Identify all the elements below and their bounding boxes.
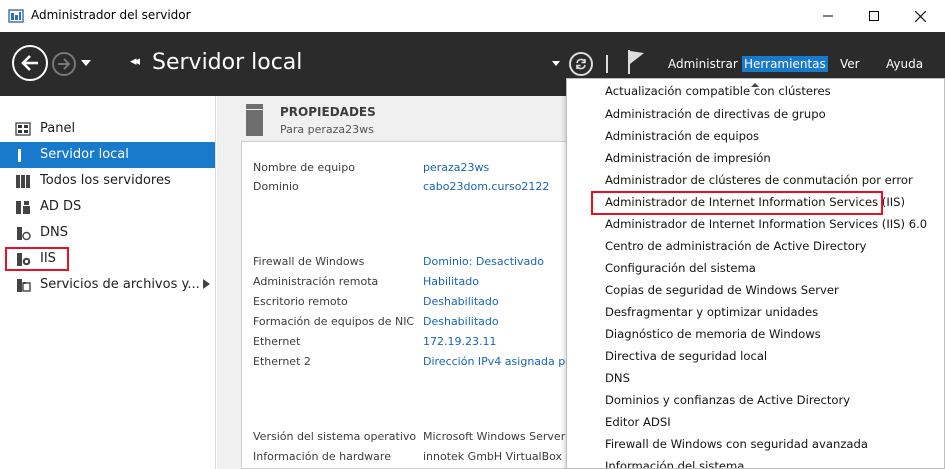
- refresh-icon: [576, 58, 586, 70]
- sidebar: Panel Servidor local Todos los servidore…: [0, 96, 216, 469]
- tools-menu-item[interactable]: Configuración del sistema: [605, 261, 756, 275]
- prop-value-hardware: innotek GmbH VirtualBox: [423, 450, 563, 463]
- page-title: Servidor local: [152, 50, 303, 75]
- prop-value-escritorio-remoto[interactable]: Deshabilitado: [423, 295, 499, 308]
- breadcrumb-chevrons-icon: ◂◂: [130, 54, 140, 69]
- herramientas-dropdown: Actualización compatible con clústeres A…: [566, 78, 945, 469]
- sidebar-item-label: DNS: [40, 225, 68, 240]
- prop-value-firewall[interactable]: Dominio: Desactivado: [423, 255, 544, 268]
- dns-icon: [17, 227, 31, 241]
- menu-pointer-caret: [751, 83, 759, 87]
- header-divider: [606, 55, 608, 73]
- properties-subtitle: Para peraza23ws: [280, 123, 374, 136]
- menu-herramientas[interactable]: Herramientas: [742, 56, 828, 72]
- prop-label-hardware: Información de hardware: [253, 450, 391, 463]
- sidebar-item-servidor-local[interactable]: Servidor local: [0, 142, 215, 168]
- prop-label-dominio: Dominio: [253, 180, 299, 193]
- tools-menu-item[interactable]: Firewall de Windows con seguridad avanza…: [605, 437, 868, 451]
- breadcrumb-dropdown-icon[interactable]: [552, 61, 560, 66]
- history-dropdown-icon[interactable]: [81, 60, 91, 66]
- notifications-flag-icon[interactable]: [626, 48, 648, 76]
- prop-label-ethernet-2: Ethernet 2: [253, 355, 311, 368]
- properties-title: PROPIEDADES: [280, 105, 376, 119]
- prop-value-ethernet[interactable]: 172.19.23.11: [423, 335, 496, 348]
- prop-label-firewall: Firewall de Windows: [253, 255, 365, 268]
- title-bar: Administrador del servidor: [0, 0, 945, 32]
- tools-menu-item[interactable]: Administrador de Internet Information Se…: [605, 217, 927, 231]
- tools-menu-item[interactable]: Directiva de seguridad local: [605, 349, 767, 363]
- tools-menu-item[interactable]: Información del sistema: [605, 459, 744, 468]
- expand-chevron-icon[interactable]: [203, 279, 210, 289]
- minimize-button[interactable]: [805, 0, 851, 32]
- tools-menu-item[interactable]: Copias de seguridad de Windows Server: [605, 283, 839, 297]
- back-button[interactable]: [12, 45, 48, 81]
- window-title: Administrador del servidor: [31, 8, 191, 22]
- ad-ds-icon: [16, 201, 30, 214]
- close-icon: [914, 10, 926, 22]
- sidebar-item-label: AD DS: [40, 199, 82, 214]
- tools-menu-item[interactable]: Administración de impresión: [605, 151, 771, 165]
- prop-value-nombre-equipo[interactable]: peraza23ws: [423, 161, 489, 174]
- close-button[interactable]: [897, 0, 943, 32]
- sidebar-item-servicios-de-archivos[interactable]: Servicios de archivos y...: [0, 272, 215, 298]
- prop-value-dominio[interactable]: cabo23dom.curso2122: [423, 180, 549, 193]
- prop-label-admin-remota: Administración remota: [253, 275, 379, 288]
- sidebar-item-label: Servidor local: [40, 147, 129, 162]
- tools-menu-item[interactable]: Administración de directivas de grupo: [605, 107, 826, 121]
- file-services-icon: [17, 279, 31, 292]
- sidebar-item-ad-ds[interactable]: AD DS: [0, 194, 215, 220]
- menu-ayuda[interactable]: Ayuda: [884, 56, 925, 72]
- prop-label-nombre-equipo: Nombre de equipo: [253, 161, 355, 174]
- tools-menu-item[interactable]: DNS: [605, 371, 630, 385]
- tools-menu-item[interactable]: Administrador de clústeres de conmutació…: [605, 173, 913, 187]
- arrow-left-icon: [21, 55, 38, 71]
- sidebar-item-todos-los-servidores[interactable]: Todos los servidores: [0, 168, 215, 194]
- properties-icon: [246, 104, 263, 136]
- prop-label-ethernet: Ethernet: [253, 335, 301, 348]
- tools-menu-item[interactable]: Administración de equipos: [605, 129, 759, 143]
- tools-menu-item[interactable]: Editor ADSI: [605, 415, 671, 429]
- dashboard-icon: [15, 122, 31, 136]
- tools-menu-item[interactable]: Dominios y confianzas de Active Director…: [605, 393, 850, 407]
- minimize-icon: [823, 15, 833, 17]
- prop-value-version-so: Microsoft Windows Server 2: [423, 430, 576, 443]
- all-servers-icon: [16, 175, 30, 188]
- local-server-icon: [18, 149, 21, 162]
- prop-value-nic[interactable]: Deshabilitado: [423, 315, 499, 328]
- tools-menu-item[interactable]: Desfragmentar y optimizar unidades: [605, 305, 818, 319]
- sidebar-item-label: Servicios de archivos y...: [40, 277, 200, 292]
- iis-highlight-box: [5, 247, 69, 271]
- menu-administrar[interactable]: Administrar: [666, 56, 740, 72]
- sidebar-item-panel[interactable]: Panel: [0, 116, 215, 142]
- maximize-icon: [869, 11, 879, 21]
- server-manager-icon: [8, 9, 24, 23]
- refresh-button[interactable]: [569, 52, 593, 76]
- sidebar-item-label: Panel: [40, 121, 76, 136]
- sidebar-item-dns[interactable]: DNS: [0, 220, 215, 246]
- forward-button[interactable]: [52, 52, 76, 76]
- prop-value-ethernet-2[interactable]: Dirección IPv4 asignada po: [423, 355, 572, 368]
- iis-menu-highlight-box: [591, 191, 883, 215]
- tools-menu-item[interactable]: Actualización compatible con clústeres: [605, 84, 831, 98]
- tools-menu-item[interactable]: Diagnóstico de memoria de Windows: [605, 327, 821, 341]
- maximize-button[interactable]: [851, 0, 897, 32]
- prop-label-nic: Formación de equipos de NIC: [253, 315, 415, 328]
- prop-label-escritorio-remoto: Escritorio remoto: [253, 295, 348, 308]
- menu-ver[interactable]: Ver: [838, 56, 862, 72]
- arrow-right-icon: [58, 58, 71, 70]
- prop-value-admin-remota[interactable]: Habilitado: [423, 275, 479, 288]
- sidebar-item-label: Todos los servidores: [40, 173, 171, 188]
- prop-label-version-so: Versión del sistema operativo: [253, 430, 417, 443]
- tools-menu-item[interactable]: Centro de administración de Active Direc…: [605, 239, 866, 253]
